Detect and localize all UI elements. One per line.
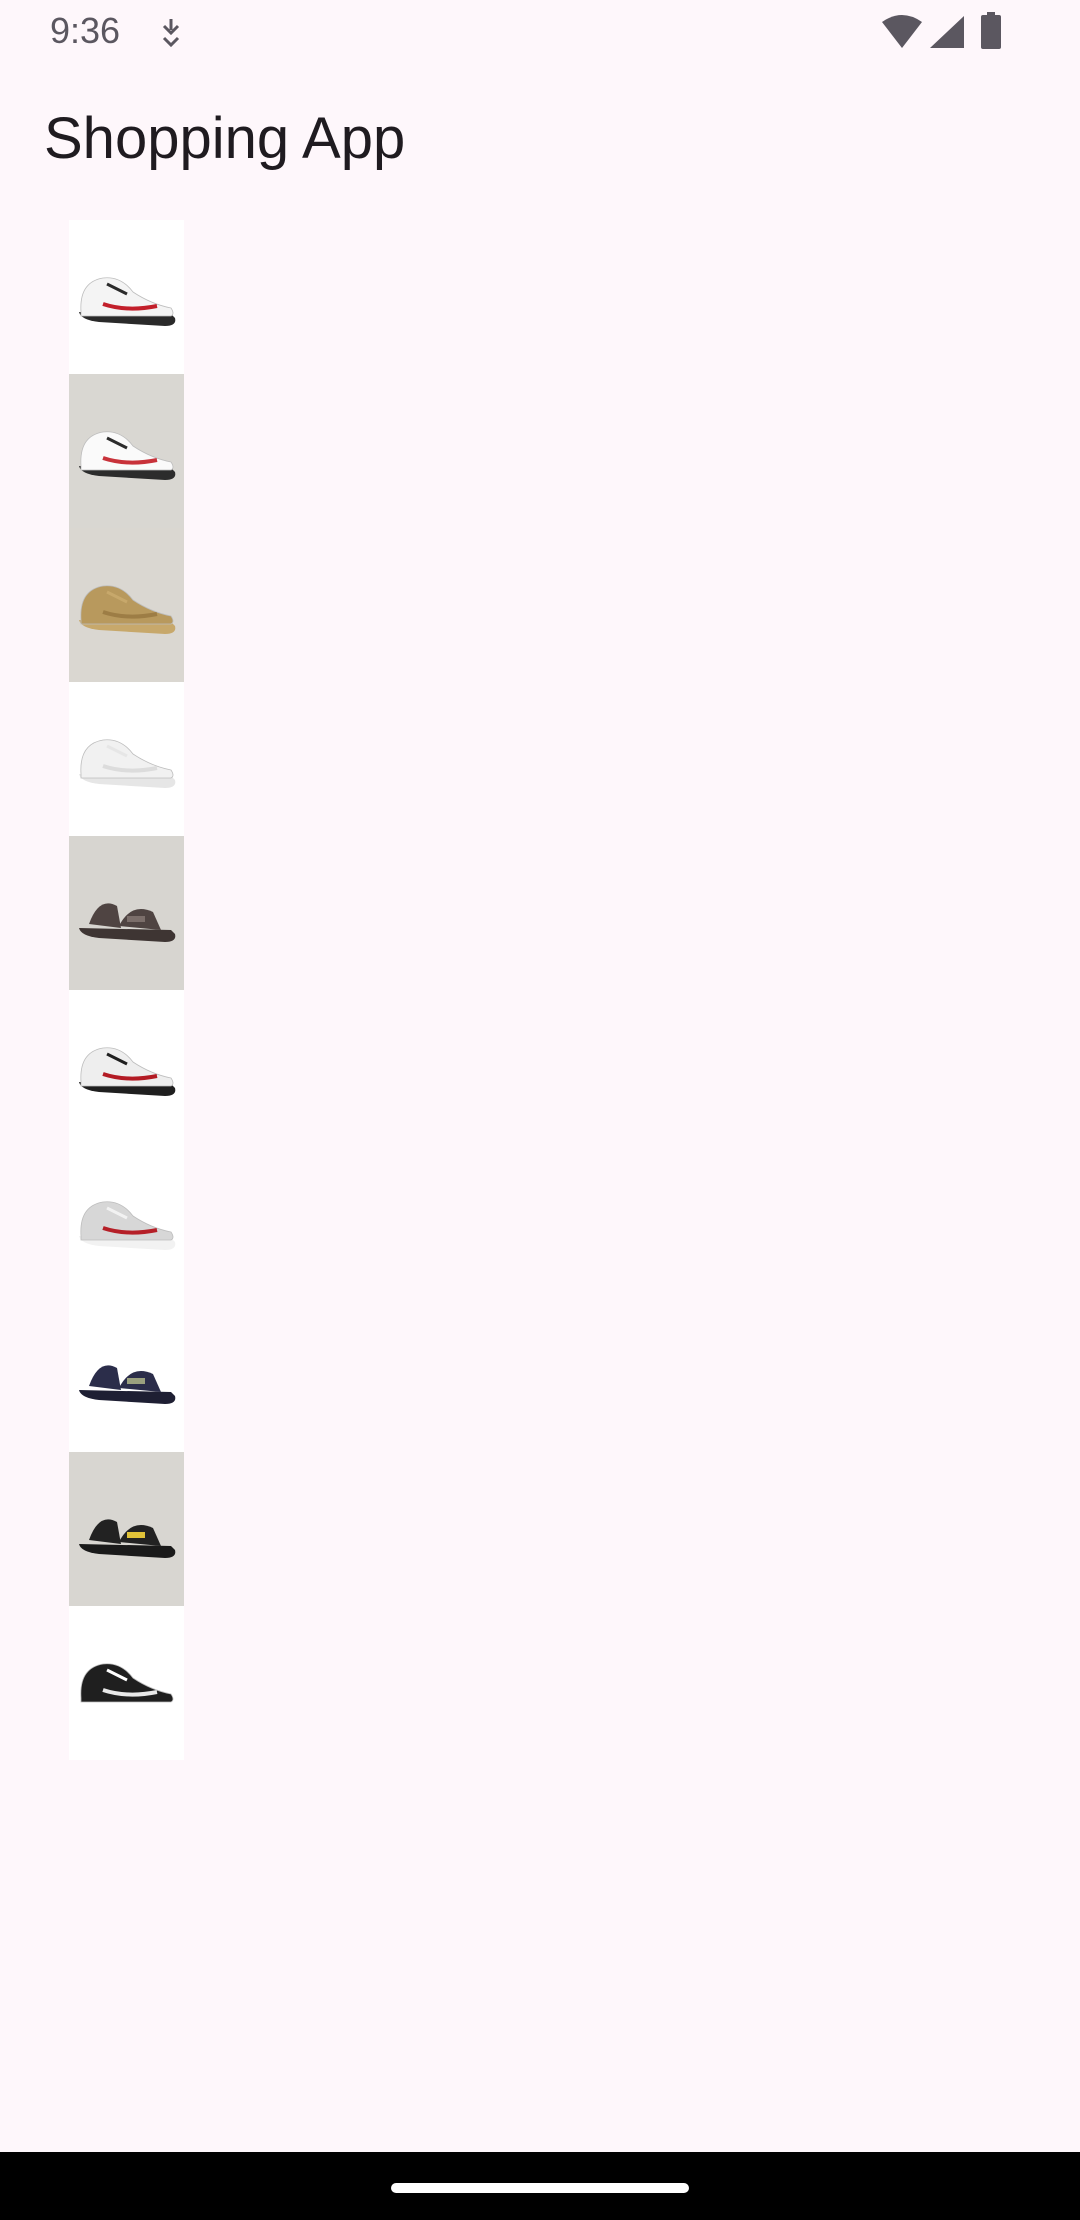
product-image [69,990,184,1144]
status-bar: 9:36 [0,0,1080,66]
product-item[interactable] [69,990,184,1144]
product-item[interactable] [69,682,184,836]
product-item[interactable] [69,220,184,374]
product-item[interactable] [69,374,184,528]
app-title: Shopping App [44,106,406,171]
wifi-icon [882,15,922,48]
product-item[interactable] [69,1298,184,1452]
product-list [69,220,184,1760]
product-image [69,1452,184,1606]
product-image [69,1144,184,1298]
product-image [69,220,184,374]
product-item[interactable] [69,1144,184,1298]
product-image [69,836,184,990]
download-icon [162,19,180,48]
product-item[interactable] [69,528,184,682]
product-image [69,1298,184,1452]
product-image [69,528,184,682]
battery-icon [981,12,1001,49]
product-item[interactable] [69,1606,184,1760]
product-image [69,682,184,836]
product-item[interactable] [69,1452,184,1606]
signal-icon [930,16,964,48]
home-handle[interactable] [391,2183,689,2193]
product-item[interactable] [69,836,184,990]
product-image [69,1606,184,1760]
status-time: 9:36 [50,10,121,51]
product-image [69,374,184,528]
